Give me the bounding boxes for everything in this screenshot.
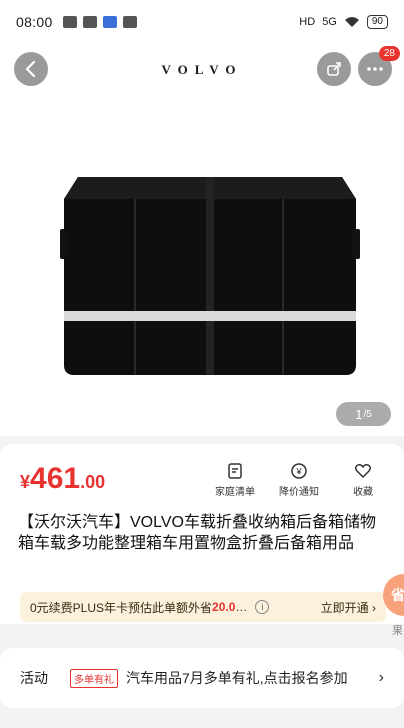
side-float-sub: 果: [392, 625, 403, 637]
product-image: [60, 177, 360, 375]
promo-text: 汽车用品7月多单有礼,点击报名参加: [126, 670, 348, 686]
price-integer: 461: [30, 462, 81, 495]
pager-total: /5: [363, 408, 372, 420]
list-icon: [228, 463, 242, 479]
price: ¥461.00: [20, 462, 105, 496]
status-bar: 08:00 HD 5G 90: [0, 0, 404, 44]
gallery-pager: 1/5: [336, 402, 391, 426]
sim-icon: [122, 16, 137, 28]
battery-level: 90: [366, 15, 388, 29]
favorite-label: 收藏: [353, 487, 373, 498]
price-drop-icon: ¥: [291, 463, 307, 479]
plus-ellipsis: …: [235, 600, 248, 614]
app-notification-icon: [62, 16, 77, 28]
network-label: 5G: [322, 16, 337, 28]
family-list-label: 家庭清单: [215, 487, 255, 498]
chevron-right-icon: ›: [378, 669, 384, 686]
quick-actions: 家庭清单 ¥ 降价通知 收藏: [212, 462, 386, 498]
svg-text:¥: ¥: [295, 467, 302, 477]
app-badge-icon: [102, 16, 117, 28]
more-dots-icon: [367, 67, 383, 71]
heart-icon: [354, 464, 372, 479]
promo-tag: 多单有礼: [70, 668, 118, 688]
product-title: 【沃尔沃汽车】VOLVO车载折叠收纳箱后备箱储物箱车载多功能整理箱车用置物盒折叠…: [18, 514, 376, 552]
wechat-icon: [82, 16, 97, 28]
price-symbol: ¥: [20, 472, 31, 492]
status-right: HD 5G 90: [299, 15, 388, 29]
family-list-button[interactable]: 家庭清单: [212, 462, 258, 498]
more-button[interactable]: 28: [358, 46, 400, 86]
share-icon: [327, 62, 341, 76]
price-alert-label: 降价通知: [279, 487, 319, 498]
product-gallery[interactable]: VOLVO 28 1/5: [0, 44, 404, 436]
hd-icon: HD: [299, 16, 316, 28]
plus-open-button[interactable]: 立即开通 ›: [321, 599, 376, 616]
plus-amount: 20.0: [212, 600, 236, 614]
price-decimal: .00: [80, 472, 106, 492]
favorite-button[interactable]: 收藏: [340, 462, 386, 498]
info-icon[interactable]: i: [255, 600, 270, 614]
message-badge: 28: [378, 46, 400, 61]
promotion-row[interactable]: 活动 多单有礼 汽车用品7月多单有礼,点击报名参加 ›: [0, 648, 404, 708]
notification-icons: [62, 16, 137, 28]
pager-current: 1: [355, 406, 363, 422]
plus-text: 0元续费PLUS年卡预估此单额外省: [30, 600, 213, 615]
promo-label: 活动: [20, 670, 48, 686]
plus-membership-bar[interactable]: 0元续费PLUS年卡预估此单额外省 20.0 … i 立即开通 ›: [20, 592, 386, 622]
wifi-icon: [344, 17, 359, 27]
status-time: 08:00: [16, 14, 53, 30]
price-alert-button[interactable]: ¥ 降价通知: [276, 462, 322, 498]
share-button[interactable]: [317, 52, 351, 86]
product-info-card: ¥461.00 家庭清单 ¥ 降价通知 收藏 【沃尔沃汽车】VOLVO车载折叠收…: [0, 444, 404, 624]
